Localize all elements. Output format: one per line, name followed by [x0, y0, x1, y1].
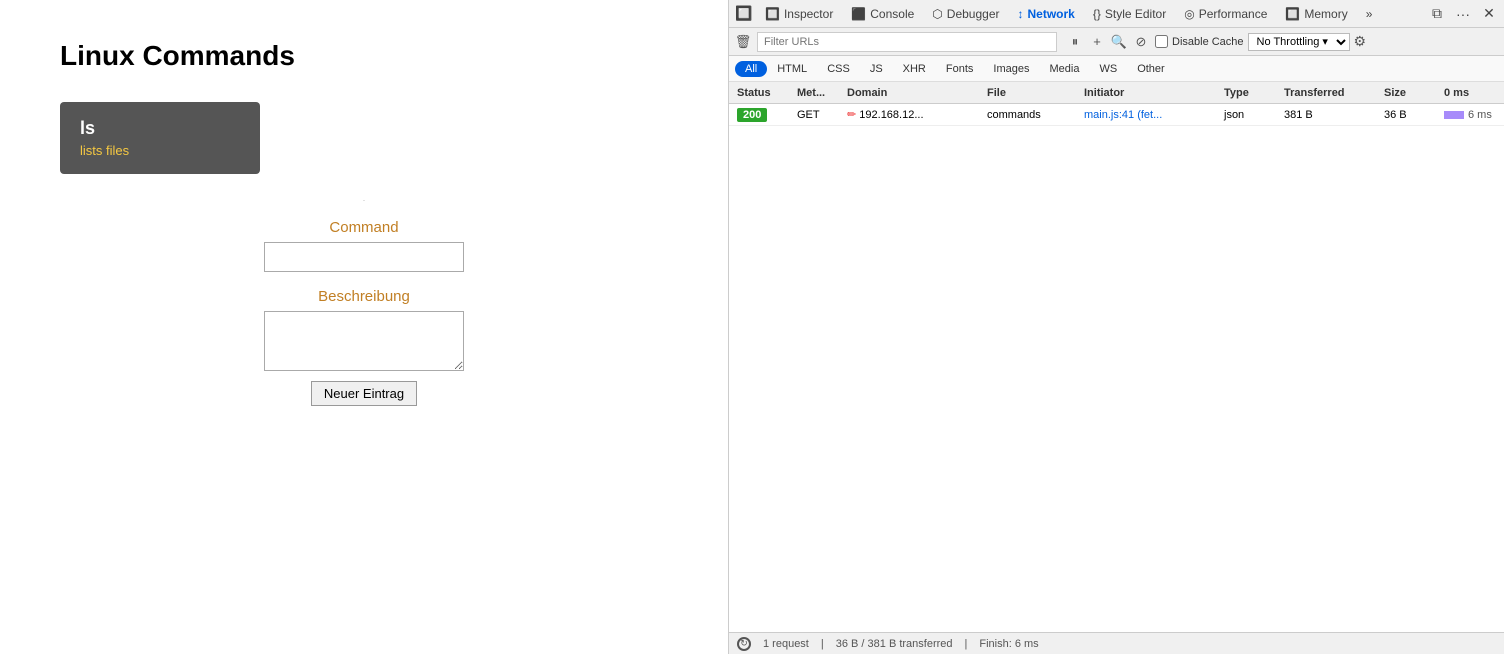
domain-icon: ✏ — [847, 109, 856, 121]
disable-cache-checkbox[interactable] — [1155, 35, 1168, 48]
console-icon: ⬛ — [851, 7, 866, 21]
timing-bar — [1444, 111, 1464, 119]
header-method[interactable]: Met... — [793, 87, 843, 99]
status-circle-icon: ↻ — [737, 637, 751, 651]
timing-label: 6 ms — [1468, 109, 1492, 121]
header-domain[interactable]: Domain — [843, 87, 983, 99]
tab-performance[interactable]: ◎ Performance — [1176, 5, 1275, 23]
status-requests: 1 request — [763, 638, 809, 650]
devtools-icon[interactable]: 🔲 — [733, 3, 755, 25]
more-options-icon[interactable]: ··· — [1452, 3, 1474, 25]
filter-tab-all[interactable]: All — [735, 61, 767, 77]
network-empty-area — [729, 126, 1504, 632]
header-status[interactable]: Status — [733, 87, 793, 99]
row-initiator: main.js:41 (fet... — [1080, 109, 1220, 121]
pause-icon[interactable]: ⏸ — [1065, 32, 1085, 52]
status-finish: Finish: 6 ms — [979, 638, 1038, 650]
filter-urls-input[interactable] — [757, 32, 1057, 52]
row-timing: 6 ms — [1440, 109, 1500, 121]
tab-inspector[interactable]: 🔲 Inspector — [757, 5, 841, 23]
filter-tab-js[interactable]: JS — [860, 61, 893, 77]
row-method: GET — [793, 109, 843, 121]
initiator-link[interactable]: main.js:41 (fet... — [1084, 109, 1162, 121]
row-transferred: 381 B — [1280, 109, 1380, 121]
header-transferred[interactable]: Transferred — [1280, 87, 1380, 99]
inspector-icon: 🔲 — [765, 7, 780, 21]
timing-bar-container: 6 ms — [1444, 109, 1496, 121]
filter-tab-images[interactable]: Images — [983, 61, 1039, 77]
add-icon[interactable]: + — [1087, 32, 1107, 52]
search-icon[interactable]: 🔍 — [1109, 32, 1129, 52]
clock-icon[interactable]: ⊘ — [1131, 32, 1151, 52]
command-input[interactable] — [264, 242, 464, 272]
description-label: Beschreibung — [60, 288, 668, 305]
more-icon: » — [1366, 7, 1373, 21]
filter-tab-media[interactable]: Media — [1039, 61, 1089, 77]
row-size: 36 B — [1380, 109, 1440, 121]
command-card[interactable]: ls lists files — [60, 102, 260, 174]
command-name: ls — [80, 118, 240, 139]
dock-icon[interactable]: ⧉ — [1426, 3, 1448, 25]
status-separator1: | — [821, 638, 824, 650]
debugger-icon: ⬡ — [932, 7, 942, 21]
row-file: commands — [983, 109, 1080, 121]
network-table-header: Status Met... Domain File Initiator Type… — [729, 82, 1504, 104]
tab-console[interactable]: ⬛ Console — [843, 5, 922, 23]
description-textarea[interactable] — [264, 311, 464, 371]
status-badge: 200 — [737, 108, 767, 122]
filter-tab-ws[interactable]: WS — [1089, 61, 1127, 77]
header-timing[interactable]: 0 ms — [1440, 87, 1500, 99]
devtools-pane: 🔲 🔲 Inspector ⬛ Console ⬡ Debugger ↕ Net… — [728, 0, 1504, 654]
close-icon[interactable]: ✕ — [1478, 3, 1500, 25]
command-description: lists files — [80, 143, 240, 158]
filter-tab-fonts[interactable]: Fonts — [936, 61, 984, 77]
tab-network[interactable]: ↕ Network — [1010, 5, 1083, 23]
tab-debugger[interactable]: ⬡ Debugger — [924, 5, 1007, 23]
row-type: json — [1220, 109, 1280, 121]
toolbar2-icons: ⏸ + 🔍 ⊘ — [1065, 32, 1151, 52]
table-row[interactable]: 200 GET ✏ 192.168.12... commands main.js… — [729, 104, 1504, 126]
memory-icon: 🔲 — [1285, 7, 1300, 21]
header-type[interactable]: Type — [1220, 87, 1280, 99]
page-title: Linux Commands — [60, 40, 668, 72]
status-transferred: 36 B / 381 B transferred — [836, 638, 953, 650]
tab-memory[interactable]: 🔲 Memory — [1277, 5, 1355, 23]
filter-tab-html[interactable]: HTML — [767, 61, 817, 77]
disable-cache-checkbox-label[interactable]: Disable Cache — [1155, 35, 1244, 48]
tab-more[interactable]: » — [1358, 5, 1381, 23]
header-initiator[interactable]: Initiator — [1080, 87, 1220, 99]
performance-icon: ◎ — [1184, 7, 1194, 21]
network-filter-tabs: All HTML CSS JS XHR Fonts Images Media W… — [729, 56, 1504, 82]
entry-form: Command Beschreibung Neuer Eintrag — [60, 219, 668, 406]
status-separator2: | — [965, 638, 968, 650]
row-domain: ✏ 192.168.12... — [843, 108, 983, 121]
header-file[interactable]: File — [983, 87, 1080, 99]
dot-indicator: . — [60, 194, 668, 203]
gear-icon[interactable]: ⚙ — [1354, 33, 1367, 50]
submit-button[interactable]: Neuer Eintrag — [311, 381, 417, 406]
style-editor-icon: {} — [1093, 7, 1101, 21]
tab-style-editor[interactable]: {} Style Editor — [1085, 5, 1174, 23]
command-label: Command — [60, 219, 668, 236]
header-size[interactable]: Size — [1380, 87, 1440, 99]
throttle-select[interactable]: No Throttling ▾ — [1248, 33, 1350, 51]
app-pane: Linux Commands ls lists files . Command … — [0, 0, 728, 654]
devtools-toolbar-right: ⧉ ··· ✕ — [1426, 3, 1500, 25]
filter-tab-xhr[interactable]: XHR — [893, 61, 936, 77]
devtools-second-toolbar: 🗑 ⏸ + 🔍 ⊘ Disable Cache No Throttling ▾ … — [729, 28, 1504, 56]
filter-tab-css[interactable]: CSS — [817, 61, 860, 77]
network-icon: ↕ — [1018, 7, 1024, 21]
devtools-top-toolbar: 🔲 🔲 Inspector ⬛ Console ⬡ Debugger ↕ Net… — [729, 0, 1504, 28]
row-status: 200 — [733, 108, 793, 122]
devtools-statusbar: ↻ 1 request | 36 B / 381 B transferred |… — [729, 632, 1504, 654]
trash-icon[interactable]: 🗑 — [733, 32, 753, 52]
filter-tab-other[interactable]: Other — [1127, 61, 1175, 77]
